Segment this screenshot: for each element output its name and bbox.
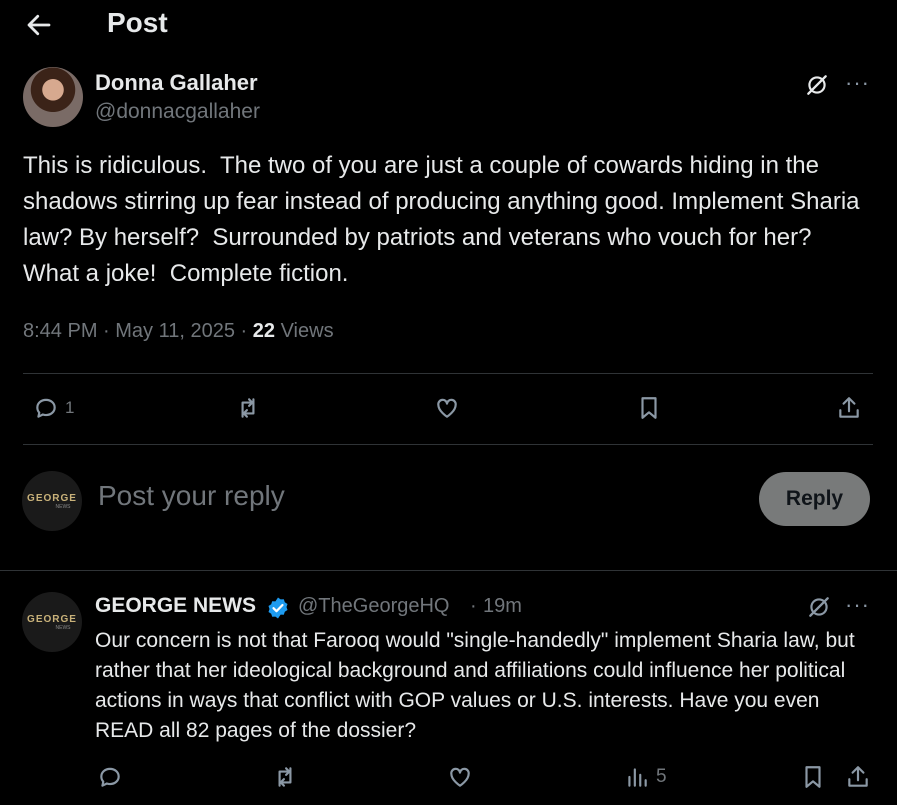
- share-icon: [848, 766, 868, 787]
- repost-action[interactable]: [235, 395, 261, 421]
- bookmark-icon: [805, 766, 821, 788]
- author-name[interactable]: Donna Gallaher: [95, 70, 258, 96]
- views-count: 22: [252, 320, 276, 342]
- avatar[interactable]: [23, 67, 83, 127]
- post-date[interactable]: May 11, 2025: [115, 320, 235, 342]
- bookmark-icon: [641, 397, 657, 419]
- views-label: Views: [280, 320, 334, 342]
- divider: [23, 444, 873, 445]
- like-action[interactable]: [434, 395, 460, 421]
- views-icon: [628, 768, 647, 787]
- grok-icon[interactable]: [806, 594, 832, 620]
- repost-action[interactable]: [272, 764, 298, 790]
- reply-count: 1: [65, 398, 75, 417]
- grok-icon[interactable]: [804, 72, 830, 98]
- repost-icon: [278, 767, 292, 787]
- reply-input[interactable]: Post your reply: [98, 480, 285, 512]
- avatar-logo-subtext: NEWS: [55, 624, 71, 631]
- reply-text: Our concern is not that Farooq would "si…: [95, 629, 855, 742]
- reply-icon: [36, 398, 56, 418]
- repost-icon: [241, 398, 255, 418]
- like-icon: [450, 767, 470, 787]
- divider: [23, 373, 873, 374]
- like-icon: [437, 398, 457, 418]
- post-page: Post Donna Gallaher @donnacgallaher ··· …: [0, 0, 897, 805]
- top-bar: Post: [0, 0, 897, 52]
- bookmark-action[interactable]: [800, 764, 826, 790]
- avatar-logo-text: GEORGE: [27, 613, 77, 625]
- more-icon[interactable]: ···: [845, 70, 870, 96]
- reply-button[interactable]: Reply: [759, 472, 870, 526]
- reply-icon: [100, 767, 120, 787]
- divider: [0, 570, 897, 571]
- reply-time[interactable]: 19m: [483, 595, 522, 618]
- meta-separator: ·: [103, 320, 116, 342]
- meta-separator: ·: [240, 320, 253, 342]
- reply-avatar[interactable]: GEORGE NEWS: [22, 592, 82, 652]
- post-meta: 8:44 PM · May 11, 2025 · 22 Views: [23, 320, 334, 343]
- page-title: Post: [107, 7, 168, 38]
- meta-separator: ·: [470, 595, 477, 617]
- views-count: 5: [656, 766, 667, 787]
- like-action[interactable]: [447, 764, 473, 790]
- reply-action[interactable]: [97, 764, 123, 790]
- post-text: This is ridiculous. The two of you are j…: [23, 152, 867, 287]
- share-action[interactable]: [845, 764, 871, 790]
- author-handle[interactable]: @donnacgallaher: [95, 100, 260, 124]
- reply-action[interactable]: 1: [33, 395, 74, 421]
- share-icon: [839, 397, 859, 418]
- avatar-logo-subtext: NEWS: [55, 503, 71, 510]
- share-action[interactable]: [836, 395, 862, 421]
- avatar-logo-text: GEORGE: [27, 492, 77, 504]
- bookmark-action[interactable]: [636, 395, 662, 421]
- composer-avatar[interactable]: GEORGE NEWS: [22, 471, 82, 531]
- views-action[interactable]: 5: [624, 764, 667, 790]
- more-icon[interactable]: ···: [845, 592, 870, 618]
- arrow-left-icon[interactable]: [24, 10, 54, 40]
- verified-badge-icon[interactable]: [266, 596, 290, 620]
- reply-author-name[interactable]: GEORGE NEWS: [95, 594, 256, 618]
- post-time[interactable]: 8:44 PM: [23, 320, 97, 342]
- reply-author-handle[interactable]: @TheGeorgeHQ: [298, 595, 449, 618]
